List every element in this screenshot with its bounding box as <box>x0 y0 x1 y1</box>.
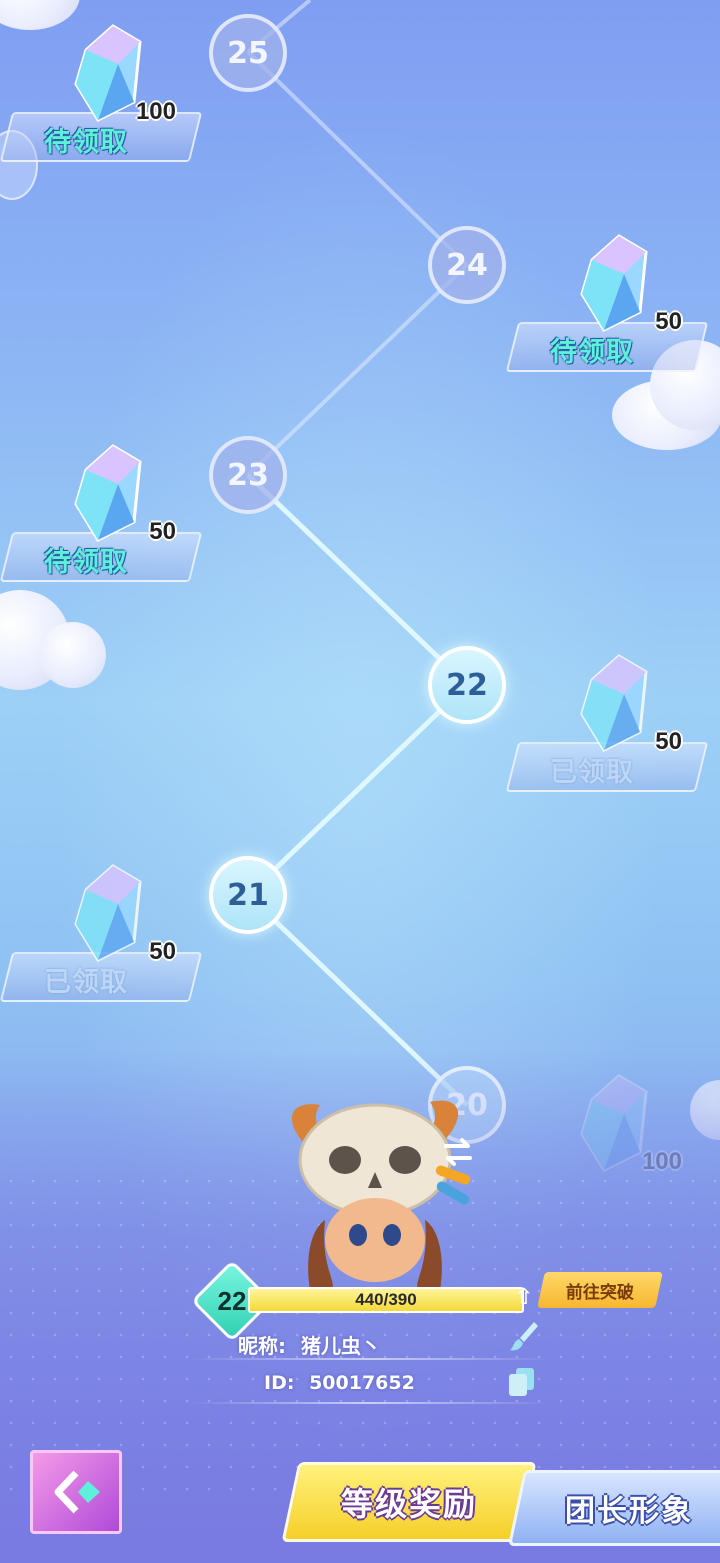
reward-card-21[interactable]: 50 已领取 <box>0 864 203 1002</box>
reward-status: 待领取 <box>44 127 128 158</box>
reward-amount: 50 <box>149 518 176 545</box>
crystal-gem-icon <box>580 234 648 332</box>
id-label: ID: <box>264 1372 295 1394</box>
xp-progress-text: 440/390 <box>355 1290 417 1309</box>
tab-level-rewards-label: 等级奖励 <box>340 1485 477 1523</box>
reward-amount: 100 <box>135 98 176 125</box>
reward-card-24[interactable]: 50 待领取 <box>505 234 709 372</box>
crystal-gem-icon <box>74 444 142 542</box>
reward-status: 待领取 <box>550 337 634 368</box>
reward-status: 已领取 <box>550 757 634 788</box>
id-value: 50017652 <box>309 1372 415 1394</box>
reward-card-23[interactable]: 50 待领取 <box>0 444 203 582</box>
reward-status: 待领取 <box>44 547 128 578</box>
swap-arrows-icon[interactable] <box>440 1134 476 1170</box>
reward-status: 已领取 <box>44 967 128 998</box>
level-node-24[interactable]: 24 <box>428 226 506 304</box>
tab-avatar[interactable]: 团长形象 <box>507 1470 720 1546</box>
crystal-gem-icon <box>74 864 142 962</box>
id-row: ID: 50017652 <box>264 1372 415 1394</box>
nickname-label: 昵称: <box>238 1334 286 1358</box>
reward-amount: 50 <box>149 938 176 965</box>
reward-amount: 50 <box>655 728 682 755</box>
brush-icon[interactable] <box>506 1318 542 1354</box>
level-path <box>244 0 471 1107</box>
nickname-row: 昵称: 猪儿虫丶 <box>238 1330 381 1359</box>
level-node-21[interactable]: 21 <box>209 856 287 934</box>
crystal-gem-icon <box>580 654 648 752</box>
breakthrough-button[interactable]: 前往突破 <box>537 1272 663 1308</box>
double-chevron-left-icon <box>54 1470 100 1514</box>
level-node-23[interactable]: 23 <box>209 436 287 514</box>
tab-level-rewards[interactable]: 等级奖励 <box>281 1462 537 1542</box>
level-node-25[interactable]: 25 <box>209 14 287 92</box>
reward-amount: 50 <box>655 308 682 335</box>
divider <box>190 1358 550 1360</box>
back-button[interactable] <box>30 1450 122 1534</box>
reward-card-22[interactable]: 50 已领取 <box>505 654 709 792</box>
xp-progress-bar: 440/390 <box>248 1287 524 1313</box>
breakthrough-label: 前往突破 <box>566 1282 634 1303</box>
tab-avatar-label: 团长形象 <box>565 1494 693 1529</box>
divider <box>190 1402 550 1404</box>
character-avatar[interactable] <box>270 1090 490 1290</box>
reward-card-25[interactable]: 100 待领取 <box>0 24 203 162</box>
level-node-22[interactable]: 22 <box>428 646 506 724</box>
arrow-up-icon: ⇧ <box>514 1285 534 1310</box>
nickname-value: 猪儿虫丶 <box>300 1334 381 1358</box>
copy-icon[interactable] <box>504 1364 540 1400</box>
